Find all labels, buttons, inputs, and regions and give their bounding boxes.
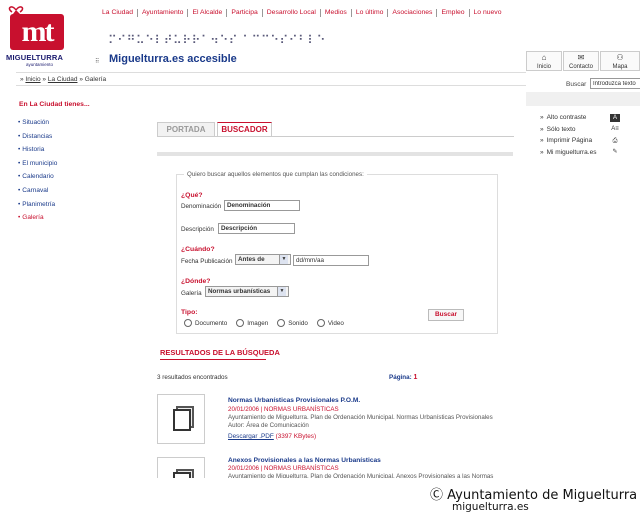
donde-heading: ¿Dónde? [181, 278, 211, 285]
download-pdf-link[interactable]: Descargar .PDF [228, 433, 274, 440]
fecha-condition-select[interactable]: Antes de ▼ [235, 254, 291, 265]
radio-documento[interactable] [184, 319, 192, 327]
fieldset-legend: Quiero buscar aquellos elementos que cum… [184, 171, 367, 178]
left-item-calendario[interactable]: • Calendario [18, 172, 57, 186]
topnav-lo-nuevo[interactable]: Lo nuevo [470, 9, 506, 17]
topnav-participa[interactable]: Participa [227, 9, 263, 17]
pagination: Página: 1 [389, 374, 418, 381]
topnav-medios[interactable]: Medios [321, 9, 352, 17]
sitemap-label: Mapa [612, 64, 628, 70]
topnav-ayuntamiento[interactable]: Ayuntamiento [138, 9, 189, 17]
breadcrumb-inicio[interactable]: Inicio [25, 76, 40, 83]
contact-label: Contacto [568, 64, 593, 70]
left-menu: • Situación • Distancias • Historia • El mun… [18, 118, 57, 227]
galeria-select[interactable]: Normas urbanísticas ▼ [205, 286, 289, 297]
text-only-option[interactable]: » Sólo texto A≡ [540, 124, 620, 136]
descripcion-label: Descripción [181, 226, 214, 233]
logo-title: MIGUELTURRA [6, 53, 64, 62]
topnav-el-alcalde[interactable]: El Alcalde [188, 9, 228, 17]
chevron-down-icon: ▼ [277, 287, 286, 296]
text-only-icon: A≡ [611, 126, 619, 133]
tab-buscador[interactable]: BUSCADOR [217, 122, 272, 136]
page-title: Miguelturra.es accesible [109, 53, 237, 65]
denominacion-input[interactable]: Denominación [224, 200, 300, 211]
left-item-galeria[interactable]: • Galería [18, 213, 57, 227]
results-count: 3 resultados encontrados [157, 374, 228, 381]
tipo-heading: Tipo: [181, 309, 198, 316]
topnav-la-ciudad[interactable]: La Ciudad [102, 9, 138, 17]
tipo-radio-group: Documento Imagen Sonido Video [184, 319, 353, 327]
contrast-icon: A [610, 113, 620, 122]
cuando-heading: ¿Cuándo? [181, 246, 215, 253]
denominacion-label: Denominación [181, 203, 222, 210]
print-icon: ⎙ [612, 137, 618, 144]
result-thumbnail[interactable] [157, 394, 205, 444]
breadcrumb: » Inicio » La Ciudad » Galería [20, 76, 107, 83]
result-author: Autor: Área de Comunicación [228, 422, 309, 429]
results-title: RESULTADOS DE LA BÚSQUEDA [160, 348, 280, 357]
radio-imagen[interactable] [236, 319, 245, 327]
radio-video[interactable] [316, 319, 325, 327]
result-description: Ayuntamiento de Miguelturra. Plan de Ord… [228, 414, 493, 421]
sitemap-button[interactable]: ⚇ Mapa [600, 51, 640, 71]
search-label: Buscar [566, 81, 587, 88]
breadcrumb-current: Galería [84, 76, 107, 83]
pencil-icon: ✎ [612, 149, 618, 156]
chevron-down-icon: ▼ [279, 255, 288, 264]
home-button[interactable]: ⌂ Inicio [526, 51, 562, 71]
sitemap-icon: ⚇ [616, 53, 624, 62]
topnav-lo-ultimo[interactable]: Lo último [352, 9, 389, 17]
result-date: 20/01/2006 | NORMAS URBANÍSTICAS [228, 465, 339, 472]
logo-subtitle: ayuntamiento [26, 62, 54, 67]
my-miguelturra-option[interactable]: » Mi miguelturra.es ✎ [540, 147, 620, 159]
left-item-carnaval[interactable]: • Carnaval [18, 186, 57, 200]
accessibility-mark-icon: ⠿ [95, 59, 100, 65]
topnav-empleo[interactable]: Empleo [437, 9, 470, 17]
breadcrumb-la-ciudad[interactable]: La Ciudad [48, 76, 78, 83]
left-item-el-municipio[interactable]: • El municipio [18, 159, 57, 173]
left-item-historia[interactable]: • Historia [18, 145, 57, 159]
left-item-planimetria[interactable]: • Planimetría [18, 200, 57, 214]
contact-button[interactable]: ✉ Contacto [563, 51, 599, 71]
galeria-label: Galería [181, 290, 202, 297]
result-title[interactable]: Anexos Provisionales a las Normas Urbaní… [228, 457, 381, 464]
right-header-band [526, 92, 640, 106]
print-page-option[interactable]: » Imprimir Página ⎙ [540, 135, 620, 147]
accessibility-options: » Alto contraste A » Sólo texto A≡ » Imprim… [540, 112, 620, 158]
fecha-input[interactable]: dd/mm/aa [293, 255, 369, 266]
tab-divider [157, 136, 514, 137]
result-date: 20/01/2006 | NORMAS URBANÍSTICAS [228, 406, 339, 413]
fecha-label: Fecha Publicación [181, 258, 233, 265]
mail-icon: ✉ [577, 53, 585, 62]
result-download: Descargar .PDF (3397 KBytes) [228, 433, 316, 440]
buscar-button[interactable]: Buscar [428, 309, 464, 321]
tab-portada[interactable]: PORTADA [157, 122, 215, 136]
high-contrast-option[interactable]: » Alto contraste A [540, 112, 620, 124]
descripcion-input[interactable]: Descripción [218, 223, 295, 234]
logo-mark: mt [10, 14, 64, 50]
caption-domain: miguelturra.es [452, 501, 529, 513]
home-label: Inicio [536, 64, 551, 70]
topnav-desarrollo-local[interactable]: Desarrollo Local [263, 9, 321, 17]
home-icon: ⌂ [541, 53, 547, 62]
topnav-asociaciones[interactable]: Asociaciones [388, 9, 438, 17]
left-menu-heading: En La Ciudad tienes... [19, 101, 90, 108]
file-size: (3397 KBytes) [275, 433, 317, 440]
top-navigation: La Ciudad Ayuntamiento El Alcalde Partic… [102, 9, 505, 17]
radio-sonido[interactable] [277, 319, 286, 327]
left-item-situacion[interactable]: • Situación [18, 118, 57, 132]
results-underline [160, 359, 266, 360]
result-title[interactable]: Normas Urbanísticas Provisionales P.O.M. [228, 397, 360, 404]
search-input[interactable] [590, 78, 640, 89]
page-number-link[interactable]: 1 [414, 374, 418, 381]
left-item-distancias[interactable]: • Distancias [18, 132, 57, 146]
que-heading: ¿Qué? [181, 192, 203, 199]
braille-title: ⠍⠊⠛⠥⠑⠇⠞⠥⠗⠗⠁⠲⠑⠎ ⠁⠉⠉⠑⠎⠊⠃⠇⠑ [108, 33, 326, 47]
